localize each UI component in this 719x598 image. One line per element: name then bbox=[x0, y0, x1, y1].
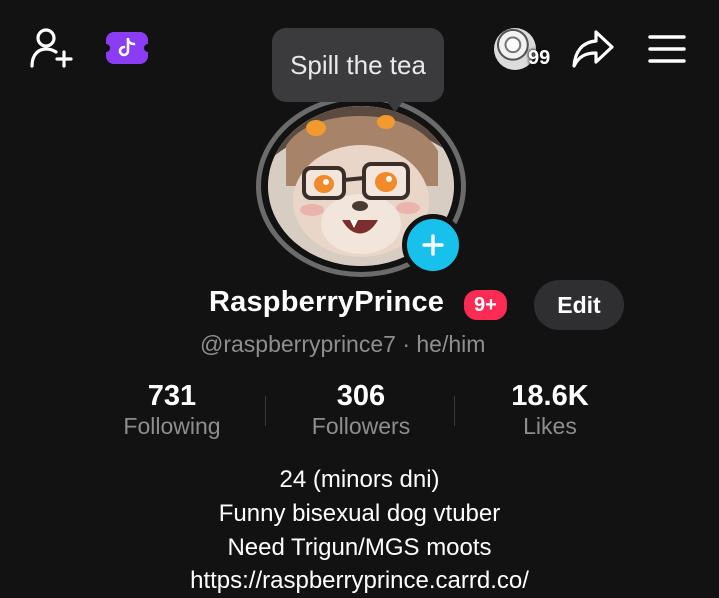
profile-handle: @raspberryprince7 · he/him bbox=[200, 331, 486, 357]
menu-icon[interactable] bbox=[648, 34, 686, 64]
badge-label: 9+ bbox=[474, 293, 497, 316]
profile-display-name: RaspberryPrince bbox=[209, 286, 445, 318]
stat-divider bbox=[265, 396, 266, 426]
add-friend-icon[interactable] bbox=[28, 26, 78, 70]
stat-value: 18.6K bbox=[511, 380, 589, 412]
notification-count: 99 bbox=[528, 47, 551, 69]
add-story-button[interactable] bbox=[402, 214, 464, 276]
stat-divider bbox=[454, 396, 455, 426]
bio-line: Need Trigun/MGS moots bbox=[227, 534, 492, 561]
stat-likes[interactable]: 18.6K Likes bbox=[470, 380, 630, 440]
tooltip-text: Spill the tea bbox=[290, 49, 426, 80]
bio-line: 24 (minors dni) bbox=[279, 466, 440, 493]
plus-icon bbox=[422, 234, 444, 256]
edit-profile-button[interactable]: Edit bbox=[534, 280, 624, 330]
tooltip[interactable]: Spill the tea bbox=[272, 28, 444, 102]
bio-line: Funny bisexual dog vtuber bbox=[218, 500, 501, 527]
stat-label: Likes bbox=[523, 413, 577, 439]
stat-followers[interactable]: 306 Followers bbox=[281, 380, 441, 440]
stat-following[interactable]: 731 Following bbox=[92, 380, 252, 440]
stat-label: Following bbox=[123, 413, 221, 439]
stat-label: Followers bbox=[311, 413, 411, 439]
bio-link[interactable]: https://raspberryprince.carrd.co/ bbox=[0, 567, 719, 595]
tooltip-tail bbox=[386, 100, 404, 112]
notification-badge[interactable]: 9+ bbox=[462, 288, 509, 322]
stat-value: 306 bbox=[336, 380, 386, 412]
stat-value: 731 bbox=[147, 380, 197, 412]
tiktok-promo-icon[interactable] bbox=[102, 32, 152, 64]
share-icon[interactable] bbox=[570, 28, 616, 70]
